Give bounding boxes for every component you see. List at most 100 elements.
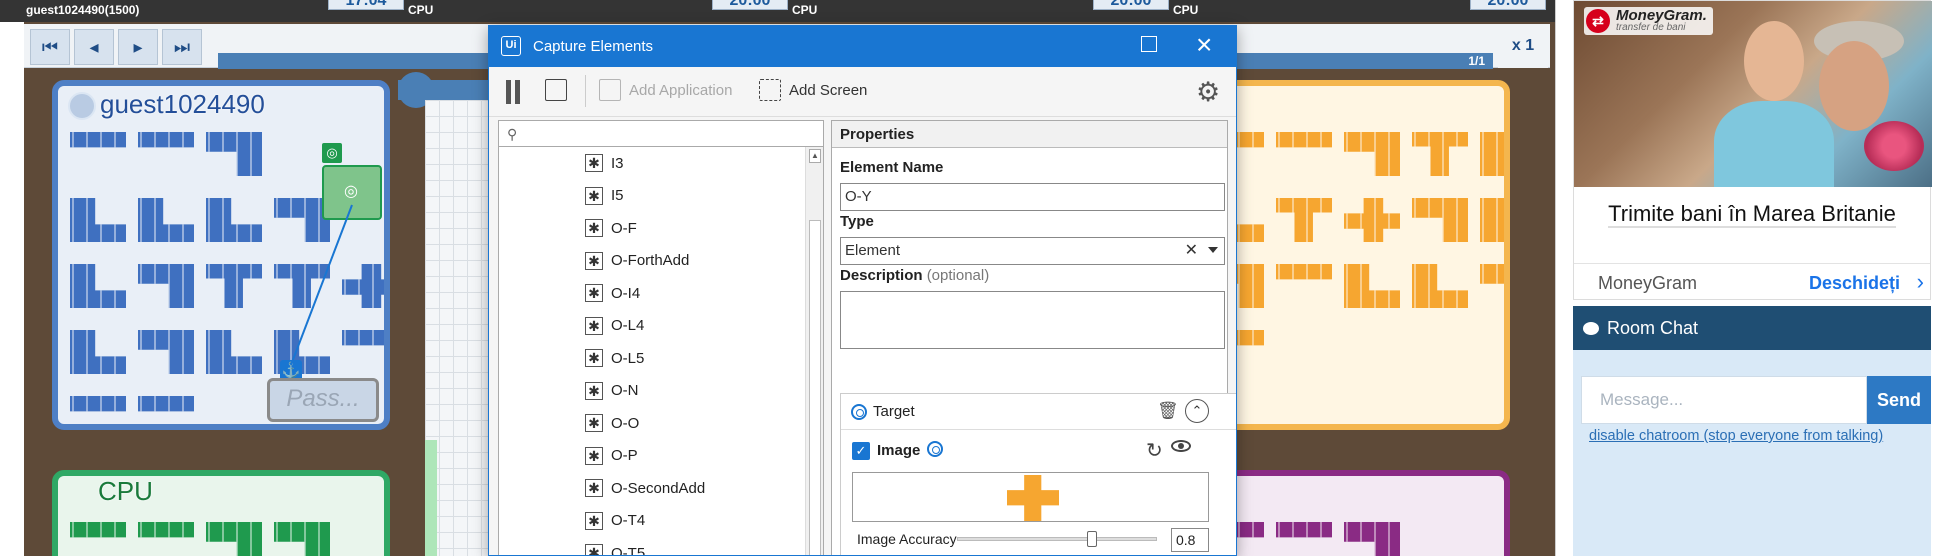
element-name-label: Element Name: [840, 159, 944, 176]
piece-tile[interactable]: [1276, 264, 1332, 280]
piece-tile[interactable]: [1276, 522, 1332, 538]
tree-item[interactable]: ✱ O-N: [499, 375, 805, 408]
scroll-up-icon[interactable]: ▲: [809, 149, 821, 163]
piece-tile[interactable]: [70, 522, 126, 538]
piece-tile[interactable]: [70, 330, 126, 374]
chevron-down-icon[interactable]: [1208, 247, 1218, 253]
image-checkbox[interactable]: ✓: [852, 442, 870, 460]
ad-photo-element: [1819, 41, 1889, 131]
trash-icon[interactable]: 🗑: [1157, 401, 1179, 421]
tree-item[interactable]: ✱ O-T5: [499, 537, 805, 555]
chevron-right-icon[interactable]: ›: [1917, 269, 1924, 295]
pause-button[interactable]: [503, 80, 525, 104]
tree-item[interactable]: ✱ O-P: [499, 440, 805, 473]
page-indicator: 1/1: [1468, 54, 1485, 68]
tree-item-label: O-F: [611, 219, 637, 237]
piece-tile[interactable]: [138, 522, 194, 538]
close-icon[interactable]: ×: [1196, 28, 1212, 62]
captured-element-highlight[interactable]: ◎: [322, 165, 382, 220]
send-button[interactable]: Send: [1867, 376, 1931, 424]
scroll-thumb[interactable]: [809, 220, 821, 555]
piece-tile[interactable]: [138, 330, 194, 374]
prev-move-button[interactable]: ◂: [74, 29, 114, 65]
image-accuracy-label: Image Accuracy: [857, 531, 957, 547]
tree-item[interactable]: ✱ O-T4: [499, 505, 805, 538]
advertisement[interactable]: ⇄ MoneyGram. transfer de bani Trimite ba…: [1573, 0, 1932, 300]
element-node-icon: ✱: [585, 186, 603, 205]
eye-icon[interactable]: [1171, 440, 1191, 452]
tree-item[interactable]: ✱ O-ForthAdd: [499, 245, 805, 278]
save-button[interactable]: [545, 79, 567, 101]
clock-1: 17:04: [328, 0, 404, 10]
piece-tile[interactable]: [1344, 198, 1400, 242]
tree-item[interactable]: ✱ O-O: [499, 407, 805, 440]
piece-tile[interactable]: [206, 198, 262, 242]
first-move-button[interactable]: ⏮: [30, 29, 70, 65]
tree-scrollbar[interactable]: ▲: [805, 147, 823, 555]
piece-tile[interactable]: [206, 132, 262, 176]
piece-tile[interactable]: [206, 330, 262, 374]
piece-tile[interactable]: [138, 198, 194, 242]
piece-tile[interactable]: [1480, 264, 1504, 308]
next-move-button[interactable]: ▸: [118, 29, 158, 65]
piece-tile[interactable]: [138, 132, 194, 148]
piece-tile[interactable]: [138, 396, 194, 412]
piece-tile[interactable]: [70, 132, 126, 148]
refresh-icon[interactable]: ↻: [1146, 438, 1163, 463]
piece-tile[interactable]: [70, 264, 126, 308]
piece-tile[interactable]: [1344, 522, 1400, 556]
tree-item[interactable]: ✱ O-F: [499, 212, 805, 245]
piece-tile[interactable]: [1276, 198, 1332, 242]
piece-tile[interactable]: [1480, 132, 1504, 176]
piece-tile[interactable]: [1412, 132, 1468, 176]
player-name: CPU: [98, 476, 153, 506]
add-application-button[interactable]: Add Application: [599, 79, 732, 101]
tree-item[interactable]: ✱ O-L4: [499, 310, 805, 343]
clear-icon[interactable]: ✕: [1185, 242, 1198, 260]
ad-image[interactable]: ⇄ MoneyGram. transfer de bani: [1574, 1, 1932, 187]
type-select[interactable]: Element ✕: [840, 237, 1225, 265]
pass-button[interactable]: Pass...: [267, 378, 379, 422]
piece-tile[interactable]: [138, 264, 194, 308]
piece-tile[interactable]: [206, 522, 262, 556]
piece-tile[interactable]: [1276, 132, 1332, 148]
description-field[interactable]: [840, 291, 1225, 349]
image-accuracy-slider[interactable]: [957, 531, 1157, 547]
piece-tile[interactable]: [206, 264, 262, 308]
disable-chatroom-link[interactable]: disable chatroom (stop everyone from tal…: [1589, 428, 1883, 444]
speed-button[interactable]: x 1: [1498, 24, 1548, 68]
piece-tile[interactable]: [274, 522, 330, 556]
collapse-icon[interactable]: ⌃: [1185, 399, 1209, 423]
piece-tile[interactable]: [1412, 264, 1468, 308]
piece-tile[interactable]: [1344, 132, 1400, 176]
piece-tile[interactable]: [274, 264, 330, 308]
element-name-field[interactable]: O-Y: [840, 183, 1225, 211]
tree-item[interactable]: ✱ O-I4: [499, 277, 805, 310]
piece-tile[interactable]: [342, 264, 384, 308]
tree-item[interactable]: ✱ O-L5: [499, 342, 805, 375]
last-move-button[interactable]: ⏭: [162, 29, 202, 65]
gear-icon[interactable]: ⚙: [1196, 78, 1220, 106]
element-node-icon: ✱: [585, 446, 603, 465]
piece-tile[interactable]: [1344, 264, 1400, 308]
maximize-icon[interactable]: [1141, 36, 1157, 52]
tree-search-input[interactable]: ⚲: [499, 121, 823, 147]
tree-item[interactable]: ✱ I5: [499, 180, 805, 213]
image-accuracy-value[interactable]: 0.8: [1171, 528, 1209, 552]
piece-tile[interactable]: [1480, 198, 1504, 242]
slider-thumb[interactable]: [1086, 531, 1097, 547]
tree-item[interactable]: ✱ I3: [499, 147, 805, 180]
piece-tile[interactable]: [1412, 198, 1468, 242]
tree-item-label: O-N: [611, 382, 639, 400]
piece-tile[interactable]: [70, 396, 126, 412]
piece-tile[interactable]: [342, 330, 384, 346]
ad-open-link[interactable]: Deschideți: [1809, 273, 1900, 294]
tree-item-label: O-SecondAdd: [611, 479, 706, 497]
ad-headline[interactable]: Trimite bani în Marea Britanie: [1574, 201, 1930, 228]
image-target-icon[interactable]: [927, 441, 943, 457]
tree-item[interactable]: ✱ O-SecondAdd: [499, 472, 805, 505]
message-input[interactable]: Message...: [1581, 376, 1867, 424]
uipath-logo-icon: Ui: [501, 36, 521, 56]
add-screen-button[interactable]: Add Screen: [759, 79, 867, 101]
piece-tile[interactable]: [70, 198, 126, 242]
